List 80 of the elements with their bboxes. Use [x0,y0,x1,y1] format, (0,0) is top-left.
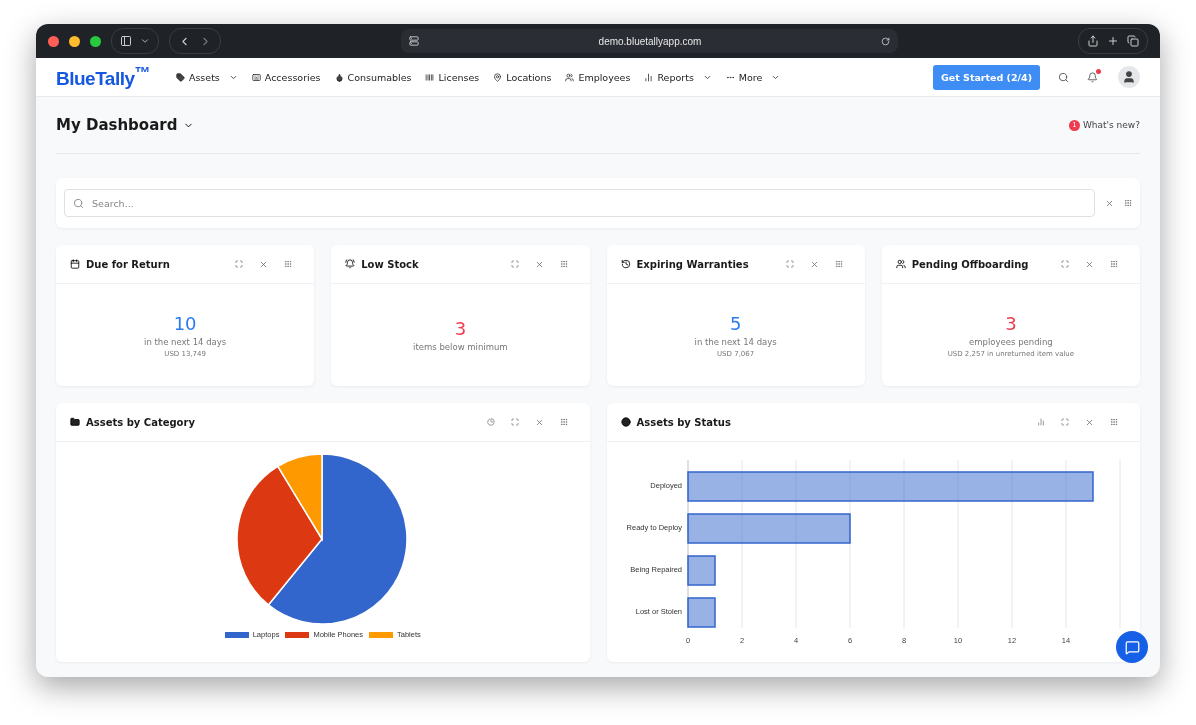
expand-button[interactable] [1061,417,1069,427]
circle-icon [620,417,631,427]
expand-button[interactable] [510,259,519,269]
close-button[interactable] [259,259,269,269]
close-button[interactable] [534,417,544,427]
drag-handle-icon[interactable] [1110,417,1118,427]
keyboard-icon [251,72,261,82]
stat-caption: in the next 14 days [144,336,227,347]
map-pin-icon [493,72,503,82]
widget-title: Low Stock [361,258,420,270]
search-field[interactable]: Search... [64,189,1095,217]
user-avatar[interactable] [1118,66,1140,88]
bar [687,555,716,586]
chevron-down-icon[interactable] [140,36,150,46]
stat-caption: items below minimum [413,342,508,352]
tabs-icon[interactable] [1127,35,1139,47]
close-button[interactable] [534,259,544,269]
bar [687,597,716,628]
stat-value: 3 [454,318,467,339]
minimize-window-button[interactable] [69,35,80,47]
stat-value: 5 [729,312,742,334]
bell-icon [345,259,356,269]
nav-link[interactable]: Locations [493,71,552,83]
pie-chart-icon[interactable] [486,417,495,427]
expand-button[interactable] [1061,259,1069,269]
barcode-icon [425,72,435,82]
expand-button[interactable] [785,259,794,269]
plus-icon[interactable] [1107,35,1119,47]
address-bar[interactable]: demo.bluetallyapp.com [401,29,898,53]
clock-arrow-icon [620,259,631,269]
page-title: My Dashboard [56,116,178,134]
drag-handle-icon[interactable] [559,259,568,269]
page-menu-icon[interactable] [409,36,419,46]
widget-title: Expiring Warranties [636,258,750,270]
drag-handle-icon[interactable] [559,417,568,427]
droplet-icon [334,72,344,82]
chat-icon [1124,639,1140,655]
expand-button[interactable] [510,417,519,427]
stat-value: 3 [1005,312,1017,334]
search-icon [73,198,84,209]
stat-value: 10 [173,312,197,334]
bell-icon[interactable] [1087,71,1098,83]
close-button[interactable] [1085,417,1094,427]
stat-caption: in the next 14 days [694,336,777,347]
calendar-icon [70,259,80,269]
tag-icon [175,72,185,82]
url-text: demo.bluetallyapp.com [597,35,703,47]
reload-icon[interactable] [881,36,890,46]
expand-button[interactable] [235,259,244,269]
folder-icon [70,417,80,427]
search-icon[interactable] [1058,71,1069,83]
close-window-button[interactable] [48,35,59,47]
widget-title: Assets by Category [86,416,196,428]
drag-handle-icon[interactable] [284,259,293,269]
widget-title: Assets by Status [636,416,732,428]
drag-handle-icon[interactable] [1124,199,1132,207]
bar-chart-icon [644,72,654,82]
people-icon [895,259,906,269]
nav-link[interactable]: Employees [565,71,631,83]
drag-handle-icon[interactable] [1110,259,1118,269]
nav-link[interactable]: Licenses [425,71,480,83]
nav-link[interactable]: Reports [644,71,712,83]
nav-link[interactable]: Assets [175,71,238,83]
chat-button[interactable] [1116,631,1148,663]
close-button[interactable] [1105,198,1114,208]
zoom-window-button[interactable] [90,35,101,47]
nav-link[interactable]: Consumables [334,71,412,83]
brand-logo[interactable]: BlueTally$^{™}$ [56,63,150,91]
close-button[interactable] [809,259,819,269]
bar-chart-icon[interactable] [1037,417,1045,427]
stat-caption: employees pending [969,336,1053,347]
widget-title: Due for Return [86,258,171,270]
drag-handle-icon[interactable] [834,259,843,269]
people-icon [565,72,575,82]
nav-link[interactable]: Accessories [251,71,321,83]
nav-link[interactable]: More [725,71,781,83]
close-button[interactable] [1085,259,1094,269]
widget-title: Pending Offboarding [911,258,1030,270]
sidebar-icon[interactable] [120,35,132,47]
share-icon[interactable] [1087,35,1099,47]
